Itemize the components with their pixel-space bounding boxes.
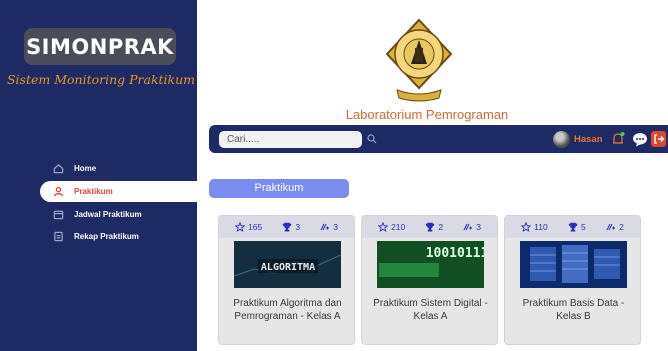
course-card[interactable]: 165 3 3 ALGORITMA Praktikum Algoritma da… bbox=[218, 215, 355, 345]
trophy-icon bbox=[283, 222, 292, 232]
sidebar-item-rekap[interactable]: Rekap Praktikum bbox=[40, 226, 197, 247]
document-icon bbox=[48, 231, 68, 242]
trophy-count: 3 bbox=[295, 222, 301, 232]
lab-title: Laboratorium Pemrograman bbox=[345, 107, 509, 122]
sidebar-item-label: Rekap Praktikum bbox=[74, 232, 139, 241]
user-icon bbox=[48, 186, 68, 197]
username[interactable]: Hasan bbox=[574, 134, 603, 145]
university-logo bbox=[385, 18, 453, 102]
tasks-icon bbox=[606, 223, 616, 231]
course-title[interactable]: Praktikum Algoritma dan Pemrograman - Ke… bbox=[225, 297, 350, 323]
tasks-count: 3 bbox=[333, 222, 338, 232]
card-stats: 110 5 2 bbox=[505, 216, 640, 238]
course-card[interactable]: 110 5 2 Praktikum Basis Data - Kelas B bbox=[504, 215, 641, 345]
views-count: 110 bbox=[534, 222, 548, 232]
thumbnail-label: ALGORITMA bbox=[261, 262, 315, 273]
course-thumbnail: 10010111 bbox=[377, 241, 484, 288]
sidebar-item-praktikum[interactable]: Praktikum bbox=[40, 181, 197, 202]
course-thumbnail bbox=[520, 241, 627, 288]
sidebar-item-label: Home bbox=[74, 164, 97, 173]
thumbnail-label: 10010111 bbox=[426, 246, 484, 261]
course-card[interactable]: 210 2 3 10010111 Praktikum Sistem Digita… bbox=[361, 215, 498, 345]
tab-praktikum[interactable]: Praktikum bbox=[209, 179, 349, 198]
sidebar-item-home[interactable]: Home bbox=[40, 158, 197, 179]
trophy-count: 5 bbox=[581, 222, 586, 232]
tasks-count: 3 bbox=[476, 222, 481, 232]
course-thumbnail: ALGORITMA bbox=[234, 241, 341, 288]
course-title[interactable]: Praktikum Basis Data - Kelas B bbox=[511, 297, 636, 323]
bell-icon[interactable] bbox=[610, 131, 626, 147]
trophy-icon bbox=[568, 222, 578, 232]
trophy-count: 2 bbox=[438, 222, 444, 232]
calendar-icon bbox=[48, 209, 68, 220]
logout-button[interactable] bbox=[651, 131, 666, 147]
search-input[interactable] bbox=[219, 131, 362, 148]
views-count: 165 bbox=[248, 222, 263, 232]
star-icon bbox=[378, 222, 389, 232]
star-icon bbox=[235, 222, 246, 232]
course-title[interactable]: Praktikum Sistem Digital - Kelas A bbox=[368, 297, 493, 323]
card-stats: 210 2 3 bbox=[362, 216, 497, 238]
sidebar-item-label: Praktikum bbox=[74, 187, 113, 196]
tasks-icon bbox=[320, 223, 330, 231]
card-stats: 165 3 3 bbox=[219, 216, 354, 238]
avatar[interactable] bbox=[553, 131, 570, 148]
search-icon[interactable] bbox=[367, 134, 377, 144]
trophy-icon bbox=[426, 222, 435, 232]
brand-logo: SIMONPRAK bbox=[24, 28, 176, 65]
sidebar: SIMONPRAK Sistem Monitoring Praktikum Ho… bbox=[0, 0, 197, 351]
tasks-count: 2 bbox=[619, 222, 624, 232]
brand-subtitle: Sistem Monitoring Praktikum bbox=[6, 72, 196, 87]
logout-icon bbox=[654, 134, 665, 144]
home-icon bbox=[48, 163, 68, 174]
star-icon bbox=[521, 222, 532, 232]
tasks-icon bbox=[463, 223, 473, 231]
sidebar-item-label: Jadwal Praktikum bbox=[74, 210, 142, 219]
views-count: 210 bbox=[391, 222, 406, 232]
chat-icon[interactable] bbox=[632, 132, 648, 147]
sidebar-item-jadwal[interactable]: Jadwal Praktikum bbox=[40, 204, 197, 225]
